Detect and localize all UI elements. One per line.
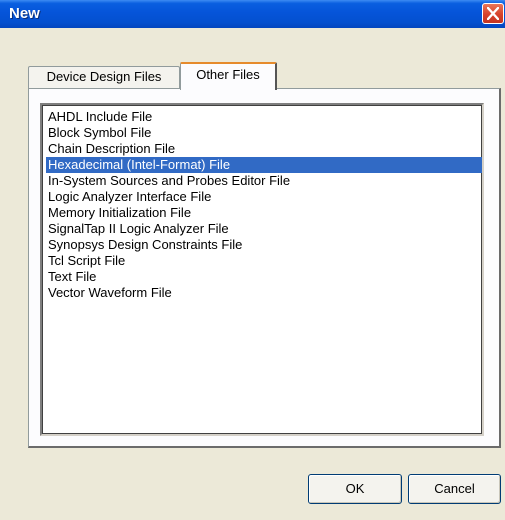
list-item[interactable]: Hexadecimal (Intel-Format) File [46,157,482,173]
list-item[interactable]: Vector Waveform File [46,285,482,301]
title-bar[interactable]: New [0,0,505,28]
list-item[interactable]: AHDL Include File [46,109,482,125]
cancel-button[interactable]: Cancel [408,474,501,504]
new-dialog: New Device Design Files Other Files AHDL… [0,0,505,520]
tab-device-design-files[interactable]: Device Design Files [28,66,180,88]
list-item[interactable]: Tcl Script File [46,253,482,269]
close-button[interactable] [482,3,504,24]
close-icon [487,7,499,20]
list-item[interactable]: Synopsys Design Constraints File [46,237,482,253]
tab-label: Other Files [196,67,260,82]
list-item[interactable]: Block Symbol File [46,125,482,141]
file-type-listbox[interactable]: AHDL Include File Block Symbol File Chain … [40,103,484,436]
dialog-title: New [9,5,40,22]
list-item[interactable]: Memory Initialization File [46,205,482,221]
ok-button[interactable]: OK [308,474,402,504]
list-item[interactable]: Chain Description File [46,141,482,157]
list-item[interactable]: Logic Analyzer Interface File [46,189,482,205]
list-item[interactable]: Text File [46,269,482,285]
tab-label: Device Design Files [46,69,162,84]
list-item[interactable]: SignalTap II Logic Analyzer File [46,221,482,237]
tab-other-files[interactable]: Other Files [180,62,277,90]
list-item[interactable]: In-System Sources and Probes Editor File [46,173,482,189]
